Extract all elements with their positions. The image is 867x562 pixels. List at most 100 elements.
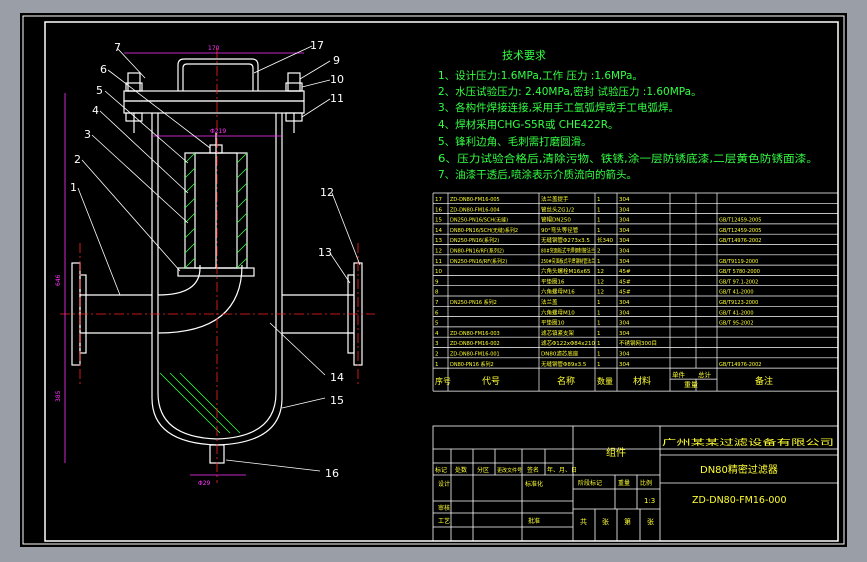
rev-header-0: 标记 (435, 466, 447, 474)
cad-drawing: 7 6 5 4 3 2 1 17 9 10 11 12 13 14 15 16 … (22, 15, 845, 545)
bom-row-material: 304 (619, 197, 630, 203)
bom-row-no: 14 (435, 228, 442, 234)
bom-row-name: 法兰盖提手 (541, 195, 569, 203)
requirement-line-6: 6、压力试验合格后,清除污物、铁锈,涂一层防锈底漆,二层黄色防锈面漆。 (438, 152, 818, 165)
bom-row-qty: 1 (597, 352, 601, 358)
bom-row-remark: GB/T12459-2005 (719, 228, 761, 234)
bom-row-material: 304 (619, 228, 630, 234)
title-scale: 1:3 (644, 497, 655, 505)
bom-row-code: DN80-PN16/RF(系列2) (450, 248, 504, 255)
title-weight: 重量 (618, 479, 630, 487)
balloon-14: 14 (330, 371, 344, 384)
title-drawing-no: ZD-DN80-FM16-000 (692, 495, 787, 506)
balloon-9: 9 (333, 54, 340, 67)
bill-of-materials: 17 ZD-DN80-FM16-005 法兰盖提手 1 30416 ZD-DN80-FM1… (432, 192, 839, 392)
dim-top-width: 170 (208, 45, 220, 52)
bom-row-code: DN250-PN16 系列2 (450, 299, 497, 306)
bom-row-no: 8 (435, 290, 439, 296)
bom-row-material: 304 (619, 238, 630, 244)
bom-row-material: 45# (619, 290, 631, 296)
tb-sheet-0: 共 (580, 517, 587, 526)
tb-sheet-3: 张 (647, 517, 654, 526)
bom-row-no: 3 (435, 341, 439, 347)
bom-row-no: 11 (435, 259, 442, 265)
bom-row-qty: 1 (597, 218, 601, 224)
bolt-right (287, 72, 301, 92)
bom-row-code: DN80-PN16/SCH(无缝)系列2 (450, 227, 518, 234)
bom-row-remark: GB/T 41-2000 (719, 310, 754, 316)
balloon-2: 2 (74, 153, 81, 166)
bom-row-name: 平垫圈16 (541, 277, 565, 285)
bom-row-name: 滤芯Φ122xΦ84x210 (541, 339, 595, 347)
balloon-5: 5 (96, 84, 103, 97)
requirement-line-1: 1、设计压力:1.6MPa,工作 压力 :1.6MPa。 (438, 69, 643, 82)
bom-row-qty: 1 (597, 300, 601, 306)
drawing-sheet: 7 6 5 4 3 2 1 17 9 10 11 12 13 14 15 16 … (20, 13, 847, 547)
bom-row-code: ZD-DN80-FM16-005 (450, 197, 500, 203)
bom-row-code: ZD-DN80-FM16-001 (450, 352, 500, 358)
bom-header-total-weight: 总计 (698, 370, 712, 379)
bom-row-name: 250#突面板式平焊钢制管法兰 (541, 257, 595, 265)
tb-process: 工艺 (438, 517, 450, 525)
bom-row-no: 9 (435, 279, 439, 285)
bom-row-no: 5 (435, 321, 439, 327)
bom-row-qty: 1 (597, 341, 601, 347)
bom-row-remark: GB/T12459-2005 (719, 218, 761, 224)
tb-sheet-2: 第 (624, 517, 631, 526)
bom-row-material: 不锈钢网300目 (619, 339, 657, 347)
bom-row-material: 304 (619, 218, 630, 224)
bom-row-name: 六角头螺栓M16x65 (541, 267, 591, 275)
bom-row-code: ZD-DN80-FM16-003 (450, 331, 500, 337)
balloon-3: 3 (84, 128, 91, 141)
title-product: DN80精密过滤器 (700, 463, 778, 476)
bom-row-remark: GB/T14976-2002 (719, 362, 761, 368)
balloon-10: 10 (330, 73, 344, 86)
bom-row-qty: 12 (597, 269, 604, 275)
bom-row-material: 304 (619, 249, 630, 255)
title-assembly: 组件 (606, 446, 626, 459)
filter-hatching (159, 152, 248, 434)
bom-row-qty: 1 (597, 362, 601, 368)
bom-row-qty: 12 (597, 290, 604, 296)
bom-row-qty: 1 (597, 331, 601, 337)
bom-row-name: 滤芯镇紧支架 (541, 329, 575, 337)
bom-row-qty: 1 (597, 228, 601, 234)
bom-row-code: DN250-PN16/RF(系列2) (450, 258, 507, 265)
dim-inner-dia: Φ219 (210, 128, 226, 135)
requirements-title: 技术要求 (502, 49, 546, 62)
bom-row-material: 45# (619, 279, 631, 285)
bom-row-name: 法兰盖 (541, 298, 558, 306)
rev-header-3: 更改文件号 (497, 467, 522, 474)
bom-row-material: 304 (619, 259, 630, 265)
requirement-line-5: 5、锋利边角、毛刺需打磨圆滑。 (438, 135, 592, 148)
tb-sheet-1: 张 (602, 517, 609, 526)
bom-row-no: 16 (435, 207, 442, 213)
balloon-1: 1 (70, 181, 77, 194)
bom-row-no: 4 (435, 331, 439, 337)
bom-row-no: 2 (435, 352, 439, 358)
bom-row-qty: 1 (597, 321, 601, 327)
bom-row-remark: GB/T9123-2000 (719, 300, 758, 306)
balloon-13: 13 (318, 246, 332, 259)
bom-header-remark: 备注 (755, 375, 773, 387)
bom-row-remark: GB/T 95-2002 (719, 321, 754, 327)
rev-header-4: 签名 (527, 466, 539, 474)
requirement-line-2: 2、水压试验压力: 2.40MPa,密封 试验压力 :1.60MPa。 (438, 85, 702, 98)
bom-row-material: 304 (619, 352, 630, 358)
bom-row-no: 12 (435, 249, 442, 255)
tb-standardize: 标准化 (525, 480, 543, 488)
bom-row-qty: 12 (597, 279, 604, 285)
bom-row-no: 13 (435, 238, 442, 244)
balloon-6: 6 (100, 63, 107, 76)
balloon-15: 15 (330, 394, 344, 407)
bom-row-material: 304 (619, 321, 630, 327)
requirement-line-7: 7、油漆干透后,喷涂表示介质流向的箭头。 (438, 168, 637, 181)
cover-flange (123, 90, 305, 102)
balloon-17: 17 (310, 39, 324, 52)
bom-row-material: 304 (619, 207, 630, 213)
bom-row-material: 304 (619, 300, 630, 306)
bom-row-qty: 2 (597, 249, 601, 255)
bom-row-qty: 1 (597, 259, 601, 265)
title-company: 广州某某过滤设备有限公司 (662, 437, 834, 447)
bom-row-code: DN250-PN16(系列2) (450, 237, 499, 244)
